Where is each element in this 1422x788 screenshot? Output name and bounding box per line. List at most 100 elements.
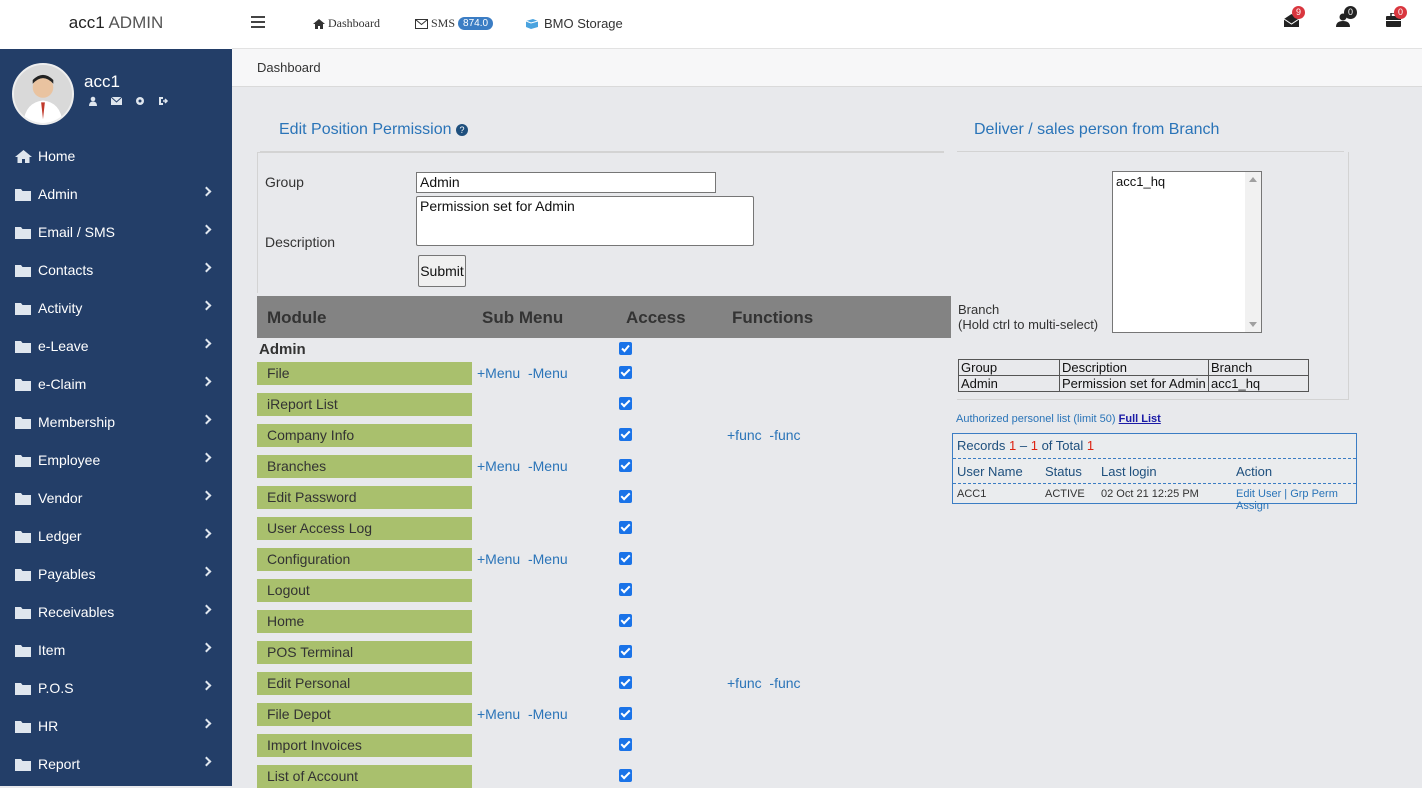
func-toggle-links[interactable]: +func -func — [727, 675, 801, 691]
sign-out-icon[interactable] — [158, 96, 169, 106]
menu-toggle-links[interactable]: +Menu -Menu — [477, 551, 568, 567]
chevron-right-icon — [201, 566, 212, 577]
access-checkbox[interactable] — [619, 521, 632, 534]
sidebar-item-e-leave[interactable]: e-Leave — [0, 327, 232, 365]
records-mid: of Total — [1037, 438, 1087, 453]
tasks-notification[interactable]: 0 — [1386, 6, 1407, 29]
full-list-link[interactable]: Full List — [1119, 413, 1161, 425]
sidebar-item-hr[interactable]: HR — [0, 707, 232, 745]
table-row: Logout — [257, 579, 951, 602]
records-total: 1 — [1086, 438, 1095, 453]
nav-bmo-storage[interactable]: BMO Storage — [525, 16, 623, 31]
sidebar-item-email-sms[interactable]: Email / SMS — [0, 213, 232, 251]
sidebar-item-payables[interactable]: Payables — [0, 555, 232, 593]
folder-icon — [15, 644, 31, 657]
sidebar-item-activity[interactable]: Activity — [0, 289, 232, 327]
user-table-header: User Name Status Last login Action — [953, 459, 1356, 484]
user-icon[interactable] — [88, 96, 98, 106]
table-row: Edit Password — [257, 486, 951, 509]
description-textarea[interactable]: Permission set for Admin — [416, 196, 754, 246]
top-navbar: Dashboard SMS 874.0 BMO Storage 9 0 0 — [232, 0, 1422, 49]
menu-toggle-links[interactable]: +Menu -Menu — [477, 365, 568, 381]
description-label: Description — [265, 234, 336, 250]
access-checkbox[interactable] — [619, 738, 632, 751]
access-checkbox[interactable] — [619, 614, 632, 627]
header-action: Action — [1236, 464, 1273, 479]
user-records-box: Records 1 – 1 of Total 1 User Name Statu… — [952, 433, 1357, 512]
chevron-right-icon — [201, 490, 212, 501]
user-notification[interactable]: 0 — [1336, 6, 1357, 29]
sidebar-item-membership[interactable]: Membership — [0, 403, 232, 441]
header-module: Module — [267, 308, 327, 327]
nav-dashboard[interactable]: Dashboard — [313, 16, 380, 31]
mail-count-badge: 9 — [1292, 6, 1305, 19]
access-checkbox[interactable] — [619, 397, 632, 410]
sidebar-item-home[interactable]: Home — [0, 137, 232, 175]
header-access: Access — [626, 308, 686, 327]
access-checkbox[interactable] — [619, 490, 632, 503]
mail-notification[interactable]: 9 — [1283, 6, 1305, 29]
avatar — [12, 63, 74, 125]
sidebar-item-contacts[interactable]: Contacts — [0, 251, 232, 289]
brand-logo[interactable]: acc1 ADMIN — [0, 0, 232, 49]
panel-title: Edit Position Permission ? — [257, 121, 951, 139]
module-name: Logout — [257, 579, 472, 602]
records-prefix: Records — [957, 438, 1010, 453]
sidebar-item-employee[interactable]: Employee — [0, 441, 232, 479]
access-checkbox[interactable] — [619, 366, 632, 379]
branch-hint: (Hold ctrl to multi-select) — [958, 317, 1099, 332]
folder-icon — [15, 530, 31, 543]
nav-bmo-storage-label: BMO Storage — [544, 16, 623, 31]
group-input[interactable]: Admin — [416, 172, 716, 193]
sms-credit-badge: 874.0 — [458, 17, 494, 30]
help-icon[interactable]: ? — [455, 123, 468, 136]
col-group: Group — [958, 359, 1060, 376]
folder-icon — [15, 226, 31, 239]
cell-branch: acc1_hq — [1208, 375, 1309, 392]
access-checkbox[interactable] — [619, 707, 632, 720]
sidebar-item-p-o-s[interactable]: P.O.S — [0, 669, 232, 707]
sidebar-item-label: Receivables — [38, 604, 115, 620]
nav-sms[interactable]: SMS 874.0 — [415, 16, 494, 31]
access-checkbox[interactable] — [619, 769, 632, 782]
submit-button[interactable]: Submit — [418, 255, 466, 287]
permission-table-header: Module Sub Menu Access Functions — [257, 296, 951, 338]
edit-user-links[interactable]: Edit User | Grp Perm Assign — [1236, 488, 1356, 512]
header-functions: Functions — [732, 308, 814, 327]
sidebar-item-admin[interactable]: Admin — [0, 175, 232, 213]
access-checkbox[interactable] — [619, 428, 632, 441]
chevron-right-icon — [201, 224, 212, 235]
sidebar-menu: Home Admin Email / SMS Contacts Activity e-Le… — [0, 137, 232, 783]
menu-toggle-links[interactable]: +Menu -Menu — [477, 458, 568, 474]
sidebar-item-report[interactable]: Report — [0, 745, 232, 783]
access-checkbox[interactable] — [619, 459, 632, 472]
sidebar-item-e-claim[interactable]: e-Claim — [0, 365, 232, 403]
menu-toggle-links[interactable]: +Menu -Menu — [477, 706, 568, 722]
sidebar-item-label: Email / SMS — [38, 224, 116, 240]
folder-icon — [15, 682, 31, 695]
hamburger-icon[interactable] — [251, 16, 265, 28]
access-checkbox[interactable] — [619, 645, 632, 658]
branch-option[interactable]: acc1_hq — [1116, 174, 1258, 189]
branch-multiselect[interactable]: acc1_hq — [1112, 171, 1262, 333]
sidebar-item-vendor[interactable]: Vendor — [0, 479, 232, 517]
breadcrumb[interactable]: Dashboard — [232, 49, 1422, 87]
module-access-checkbox[interactable] — [619, 342, 632, 355]
table-row: User Access Log — [257, 517, 951, 540]
func-toggle-links[interactable]: +func -func — [727, 427, 801, 443]
access-checkbox[interactable] — [619, 676, 632, 689]
scrollbar[interactable] — [1245, 172, 1261, 332]
access-checkbox[interactable] — [619, 552, 632, 565]
table-row: File Depot +Menu -Menu — [257, 703, 951, 726]
nav-sms-label: SMS — [431, 16, 456, 30]
envelope-icon[interactable] — [111, 96, 122, 106]
sidebar-item-ledger[interactable]: Ledger — [0, 517, 232, 555]
sidebar-item-receivables[interactable]: Receivables — [0, 593, 232, 631]
access-checkbox[interactable] — [619, 583, 632, 596]
table-row: Home — [257, 610, 951, 633]
sidebar-item-label: Membership — [38, 414, 116, 430]
sidebar-item-item[interactable]: Item — [0, 631, 232, 669]
cell-last-login: 02 Oct 21 12:25 PM — [1101, 488, 1199, 500]
gear-icon[interactable] — [135, 96, 145, 106]
chevron-right-icon — [201, 300, 212, 311]
